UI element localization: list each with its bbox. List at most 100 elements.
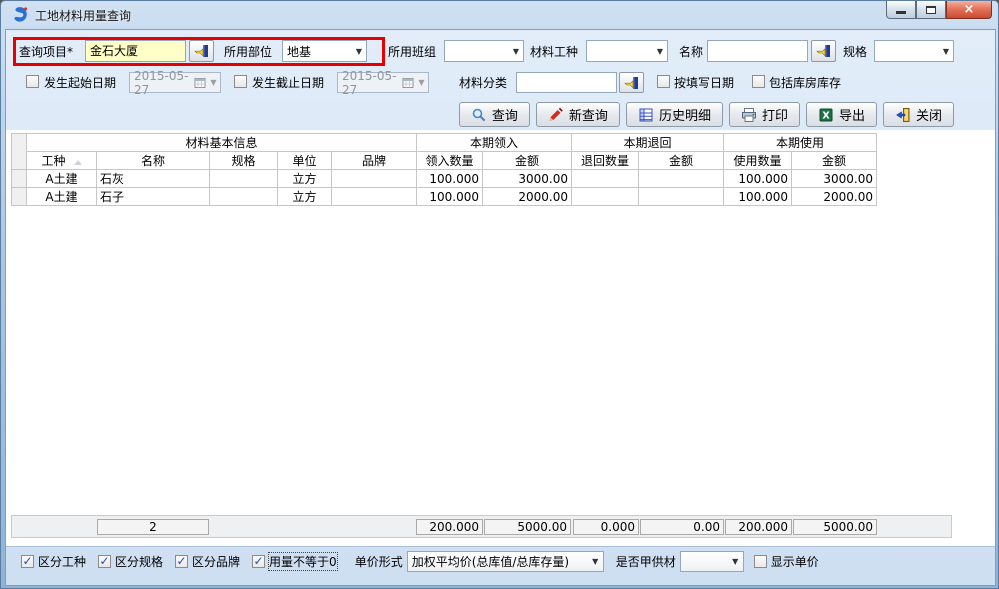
window-controls: ×: [886, 1, 992, 19]
col-header-unit[interactable]: 单位: [278, 152, 332, 170]
cell-used-qty[interactable]: 100.000: [724, 188, 792, 206]
cell-trade[interactable]: A土建: [27, 170, 97, 188]
chevron-down-icon: ▼: [728, 557, 743, 566]
col-header-used-qty[interactable]: 使用数量: [724, 152, 792, 170]
end-date-checkbox[interactable]: [234, 75, 247, 88]
close-window-button[interactable]: 关闭: [883, 102, 954, 127]
price-mode-label: 单价形式: [355, 553, 403, 570]
close-icon: ×: [964, 2, 975, 17]
by-fill-date-label: 按填写日期: [674, 75, 734, 91]
by-fill-date-checkbox[interactable]: [657, 75, 670, 88]
app-window: 工地材料用量查询 × 查询项目* 金石大厦 所用部位 地基▼ 所用班组 ▼ 材料…: [0, 0, 999, 589]
export-button[interactable]: 导出: [806, 102, 877, 127]
row-selector-header: [12, 134, 27, 170]
toolbar: 查询 新查询 历史明细 打印 导出 关闭: [1, 102, 954, 127]
cell-unit[interactable]: 立方: [278, 170, 332, 188]
summary-used-amount: 5000.00: [793, 519, 877, 535]
col-header-received-qty[interactable]: 领入数量: [417, 152, 483, 170]
start-date-field[interactable]: 2015-05-27 ▼: [129, 72, 221, 93]
query-project-input[interactable]: 金石大厦: [85, 40, 186, 62]
cell-name[interactable]: 石灰: [97, 170, 210, 188]
new-query-button[interactable]: 新查询: [536, 102, 620, 127]
table-row[interactable]: A土建 石灰 立方 100.000 3000.00 100.000 3000.0…: [12, 170, 877, 188]
cell-received-amount[interactable]: 2000.00: [483, 188, 572, 206]
title-bar[interactable]: 工地材料用量查询 ×: [1, 1, 999, 29]
maximize-button[interactable]: [916, 1, 946, 19]
cell-used-amount[interactable]: 2000.00: [792, 188, 877, 206]
query-button[interactable]: 查询: [459, 102, 530, 127]
distinguish-trade-checkbox[interactable]: ✓: [21, 555, 34, 568]
cell-trade[interactable]: A土建: [27, 188, 97, 206]
cell-returned-amount[interactable]: [639, 188, 724, 206]
name-lookup-button[interactable]: [811, 40, 836, 62]
cell-brand[interactable]: [332, 170, 417, 188]
group-used: 本期使用: [724, 134, 877, 152]
team-select[interactable]: ▼: [444, 40, 524, 62]
cell-name[interactable]: 石子: [97, 188, 210, 206]
table-row[interactable]: A土建 石子 立方 100.000 2000.00 100.000 2000.0…: [12, 188, 877, 206]
group-received: 本期领入: [417, 134, 572, 152]
print-button[interactable]: 打印: [729, 102, 800, 127]
usage-not-zero-checkbox[interactable]: ✓: [252, 555, 265, 568]
col-header-returned-amount[interactable]: 金额: [639, 152, 724, 170]
col-header-name[interactable]: 名称: [97, 152, 210, 170]
query-project-label: 查询项目*: [19, 44, 73, 60]
distinguish-brand-checkbox[interactable]: ✓: [175, 555, 188, 568]
cell-spec[interactable]: [210, 188, 278, 206]
name-input[interactable]: [707, 40, 808, 62]
col-header-brand[interactable]: 品牌: [332, 152, 417, 170]
row-selector[interactable]: [12, 170, 27, 188]
cell-returned-qty[interactable]: [572, 170, 639, 188]
summary-row-count: 2: [97, 519, 209, 535]
col-header-returned-qty[interactable]: 退回数量: [572, 152, 639, 170]
close-button[interactable]: ×: [946, 1, 992, 19]
material-category-input[interactable]: [516, 72, 617, 93]
cell-returned-qty[interactable]: [572, 188, 639, 206]
distinguish-spec-checkbox[interactable]: ✓: [98, 555, 111, 568]
cell-received-qty[interactable]: 100.000: [417, 188, 483, 206]
cell-used-amount[interactable]: 3000.00: [792, 170, 877, 188]
col-header-received-amount[interactable]: 金额: [483, 152, 572, 170]
col-header-spec[interactable]: 规格: [210, 152, 278, 170]
lookup-hand-icon: [816, 43, 832, 59]
lookup-hand-icon: [194, 43, 210, 59]
col-header-trade[interactable]: 工种: [27, 152, 97, 170]
material-trade-label: 材料工种: [530, 44, 578, 60]
group-header-row: 材料基本信息 本期领入 本期退回 本期使用: [12, 134, 877, 152]
distinguish-spec-label: 区分规格: [115, 553, 163, 570]
distinguish-brand-label: 区分品牌: [192, 553, 240, 570]
chevron-down-icon: ▼: [207, 78, 220, 87]
cell-unit[interactable]: 立方: [278, 188, 332, 206]
used-part-select[interactable]: 地基▼: [282, 40, 367, 62]
cell-received-amount[interactable]: 3000.00: [483, 170, 572, 188]
chevron-down-icon: ▼: [352, 47, 366, 56]
history-detail-icon: [638, 107, 654, 123]
material-category-lookup-button[interactable]: [619, 72, 644, 93]
summary-received-amount: 5000.00: [484, 519, 571, 535]
cell-received-qty[interactable]: 100.000: [417, 170, 483, 188]
start-date-checkbox[interactable]: [26, 75, 39, 88]
spec-select[interactable]: ▼: [874, 40, 954, 62]
cell-spec[interactable]: [210, 170, 278, 188]
cell-used-qty[interactable]: 100.000: [724, 170, 792, 188]
start-date-label: 发生起始日期: [44, 75, 116, 91]
query-project-lookup-button[interactable]: [189, 40, 214, 62]
row-selector[interactable]: [12, 188, 27, 206]
end-date-field[interactable]: 2015-05-27 ▼: [337, 72, 429, 93]
history-detail-button[interactable]: 历史明细: [626, 102, 723, 127]
include-warehouse-label: 包括库房库存: [769, 75, 841, 91]
team-label: 所用班组: [388, 44, 436, 60]
owner-supplied-select[interactable]: ▼: [680, 551, 744, 572]
maximize-icon: [926, 6, 936, 14]
summary-returned-qty: 0.000: [573, 519, 639, 535]
include-warehouse-checkbox[interactable]: [752, 75, 765, 88]
cell-brand[interactable]: [332, 188, 417, 206]
minimize-icon: [896, 11, 906, 14]
col-header-used-amount[interactable]: 金额: [792, 152, 877, 170]
material-trade-select[interactable]: ▼: [586, 40, 668, 62]
show-unit-price-checkbox[interactable]: [754, 555, 767, 568]
excel-export-icon: [818, 107, 834, 123]
cell-returned-amount[interactable]: [639, 170, 724, 188]
minimize-button[interactable]: [886, 1, 916, 19]
price-mode-select[interactable]: 加权平均价(总库值/总库存量) ▼: [407, 551, 604, 572]
